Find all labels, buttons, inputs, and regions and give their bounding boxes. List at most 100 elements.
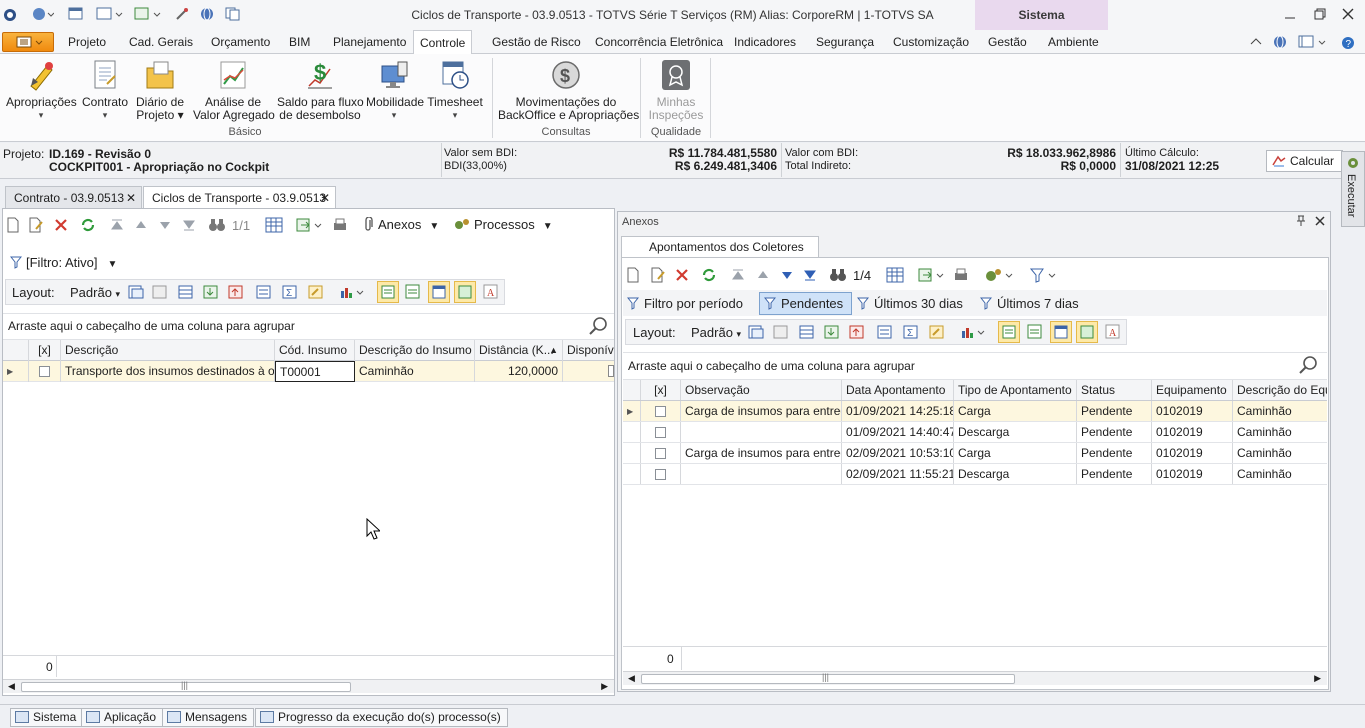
tab-projeto[interactable]: Projeto xyxy=(62,30,112,54)
export-menu-icon[interactable] xyxy=(134,7,162,21)
pin-icon[interactable] xyxy=(1296,215,1306,227)
search-icon[interactable] xyxy=(588,316,608,336)
row-checkbox[interactable] xyxy=(655,469,666,481)
edit-record-icon[interactable] xyxy=(650,267,666,283)
globe-icon[interactable] xyxy=(200,7,214,21)
refresh-icon[interactable] xyxy=(701,267,717,283)
analise-valor-agregado-button[interactable]: Análise de Valor Agregado xyxy=(193,58,275,122)
cell-observacao[interactable]: Carga de insumos para entrega xyxy=(681,443,842,463)
sum-icon[interactable]: Σ xyxy=(282,285,298,299)
font-icon[interactable]: A xyxy=(483,284,499,300)
cell-cod-insumo[interactable]: T00001 xyxy=(275,361,355,382)
layout-padrao-dropdown[interactable]: Padrão ▾ xyxy=(691,325,741,340)
scroll-left-icon[interactable]: ◀ xyxy=(8,681,15,692)
tab-ambiente[interactable]: Ambiente xyxy=(1042,30,1105,54)
col-select-all[interactable]: [x] xyxy=(29,340,61,361)
cell-descricao-equip[interactable]: Caminhão xyxy=(1233,401,1327,421)
last-record-icon[interactable] xyxy=(803,268,817,282)
search-binoculars-icon[interactable] xyxy=(829,267,847,283)
window-add-icon[interactable] xyxy=(68,7,84,21)
first-record-icon[interactable] xyxy=(731,268,745,282)
cell-status[interactable]: Pendente xyxy=(1077,464,1152,484)
edit-record-icon[interactable] xyxy=(28,217,44,233)
col-cod-insumo[interactable]: Cód. Insumo xyxy=(275,340,355,361)
scroll-left-icon[interactable]: ◀ xyxy=(628,673,635,684)
minimize-icon[interactable] xyxy=(1284,8,1296,20)
diario-de-projeto-button[interactable]: Diário de Projeto ▾ xyxy=(132,58,188,122)
cell-data-apontamento[interactable]: 01/09/2021 14:25:18 xyxy=(842,401,954,421)
view-mode-3-icon[interactable] xyxy=(1050,321,1072,343)
chart-dropdown-icon[interactable] xyxy=(340,285,366,299)
tab-concorrencia-eletronica[interactable]: Concorrência Eletrônica xyxy=(589,30,729,54)
col-distancia[interactable]: Distância (K... ▲ xyxy=(475,340,563,361)
row-checkbox[interactable] xyxy=(655,406,666,418)
tab-gestao[interactable]: Gestão xyxy=(982,30,1033,54)
tab-orcamento[interactable]: Orçamento xyxy=(205,30,276,54)
export-icon[interactable] xyxy=(918,267,946,283)
layout-save-icon[interactable] xyxy=(128,285,144,299)
col-descricao-equip[interactable]: Descrição do Equip xyxy=(1233,380,1327,400)
active-filter-dropdown[interactable]: [Filtro: Ativo] ▼ xyxy=(10,255,117,270)
row-checkbox[interactable] xyxy=(39,366,50,378)
filter-ultimos-30-dias[interactable]: Últimos 30 dias xyxy=(857,296,963,311)
grid-view-icon[interactable] xyxy=(265,216,283,234)
export-layout-icon[interactable] xyxy=(849,325,865,339)
tab-indicadores[interactable]: Indicadores xyxy=(728,30,802,54)
file-menu-button[interactable] xyxy=(2,32,54,52)
search-binoculars-icon[interactable] xyxy=(208,217,226,233)
table-row[interactable]: ▶ Carga de insumos para entrega 01/09/20… xyxy=(623,401,1327,422)
col-equipamento[interactable]: Equipamento xyxy=(1152,380,1233,400)
cell-distancia[interactable]: 120,0000 xyxy=(475,361,563,382)
view-mode-4-icon[interactable] xyxy=(1076,321,1098,343)
cell-descricao-equip[interactable]: Caminhão xyxy=(1233,464,1327,484)
help-globe-icon[interactable] xyxy=(1273,35,1289,49)
delete-icon[interactable] xyxy=(54,218,68,232)
tab-customizacao[interactable]: Customização xyxy=(887,30,975,54)
left-horizontal-scrollbar[interactable]: ◀ ||| ▶ xyxy=(3,679,614,693)
import-layout-icon[interactable] xyxy=(203,285,219,299)
status-aplicacao-button[interactable]: Aplicação xyxy=(81,708,164,727)
highlight-icon[interactable] xyxy=(929,325,945,339)
table-row[interactable]: 02/09/2021 11:55:21 Descarga Pendente 01… xyxy=(623,464,1327,485)
table-row[interactable]: 01/09/2021 14:40:47 Descarga Pendente 01… xyxy=(623,422,1327,443)
table-row[interactable]: ▶ Transporte dos insumos destinados à ob… xyxy=(3,361,614,382)
movimentacoes-backoffice-button[interactable]: $ Movimentações do BackOffice e Apropria… xyxy=(498,58,639,122)
print-icon[interactable] xyxy=(332,217,348,233)
tab-planejamento[interactable]: Planejamento xyxy=(327,30,412,54)
grid-view-icon[interactable] xyxy=(886,266,904,284)
col-select-all[interactable]: [x] xyxy=(641,380,681,400)
mobilidade-button[interactable]: Mobilidade ▾ xyxy=(366,58,424,122)
processos-dropdown[interactable]: Processos ▼ xyxy=(454,217,553,232)
layout-save-icon[interactable] xyxy=(748,325,764,339)
scroll-right-icon[interactable]: ▶ xyxy=(601,681,608,692)
col-descricao[interactable]: Descrição xyxy=(61,340,275,361)
status-mensagens-button[interactable]: Mensagens xyxy=(162,708,255,727)
timesheet-button[interactable]: Timesheet ▾ xyxy=(427,58,483,122)
col-data-apontamento[interactable]: Data Apontamento xyxy=(842,380,954,400)
cell-tipo-apontamento[interactable]: Carga xyxy=(954,401,1077,421)
processes-dropdown-icon[interactable] xyxy=(985,267,1015,283)
status-sistema-button[interactable]: Sistema xyxy=(10,708,84,727)
help-icon[interactable]: ? xyxy=(1341,36,1355,50)
previous-record-icon[interactable] xyxy=(134,218,148,232)
anexos-dropdown[interactable]: Anexos ▼ xyxy=(364,217,439,232)
col-tipo-apontamento[interactable]: Tipo de Apontamento xyxy=(954,380,1077,400)
previous-record-icon[interactable] xyxy=(756,268,770,282)
search-icon[interactable] xyxy=(1298,355,1318,375)
cell-tipo-apontamento[interactable]: Carga xyxy=(954,443,1077,463)
close-tab-icon[interactable]: ✕ xyxy=(126,187,136,209)
import-layout-icon[interactable] xyxy=(824,325,840,339)
cell-checkbox[interactable] xyxy=(608,365,614,377)
doc-tab-contrato[interactable]: Contrato - 03.9.0513 ✕ xyxy=(5,186,142,208)
columns-icon[interactable] xyxy=(178,285,194,299)
filter-por-periodo[interactable]: Filtro por período xyxy=(627,296,743,311)
cell-equipamento[interactable]: 0102019 xyxy=(1152,464,1233,484)
new-record-icon[interactable] xyxy=(6,217,20,233)
cell-descricao[interactable]: Transporte dos insumos destinados à obra xyxy=(61,361,275,382)
view-mode-1-icon[interactable] xyxy=(377,281,399,303)
cell-tipo-apontamento[interactable]: Descarga xyxy=(954,464,1077,484)
close-pane-icon[interactable] xyxy=(1314,215,1326,227)
layout-delete-icon[interactable] xyxy=(152,285,168,299)
cell-descricao-equip[interactable]: Caminhão xyxy=(1233,443,1327,463)
right-horizontal-scrollbar[interactable]: ◀ ||| ▶ xyxy=(623,671,1327,685)
